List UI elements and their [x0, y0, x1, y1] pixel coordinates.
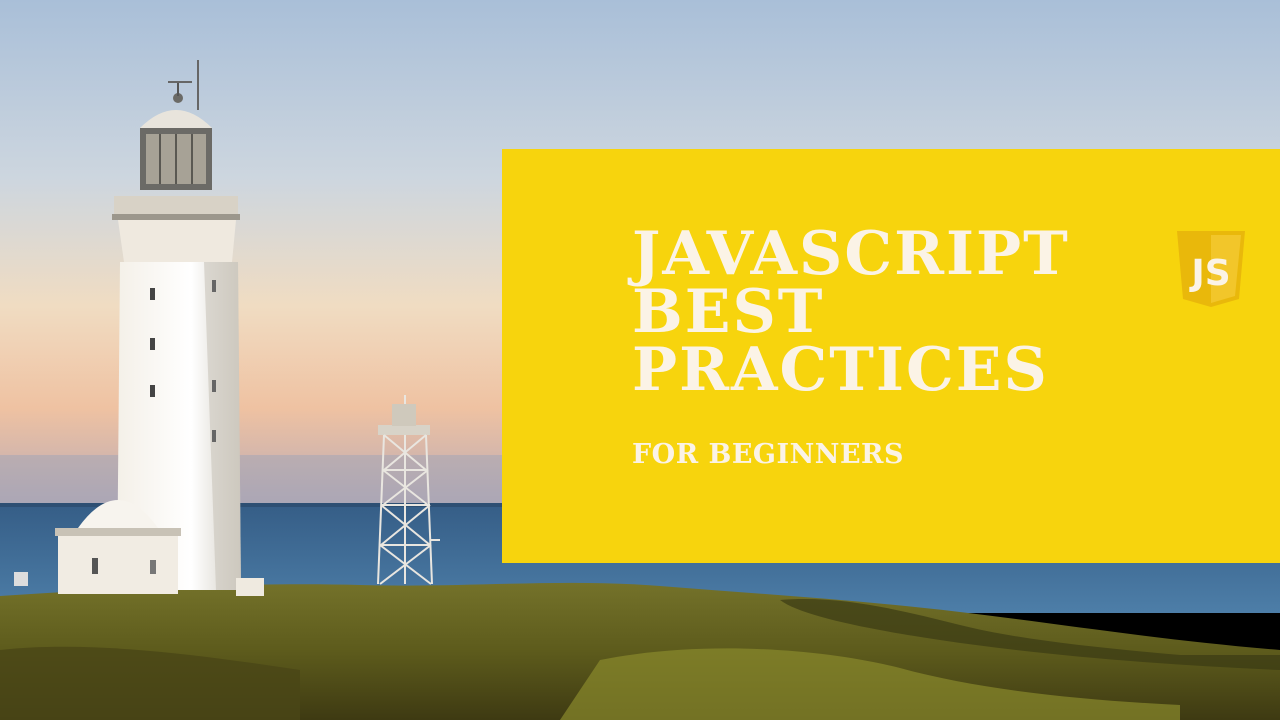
subtitle: FOR BEGINNERS [632, 439, 904, 470]
page-title: JAVASCRIPT BEST PRACTICES [632, 219, 1070, 405]
logo-text: JS [1188, 253, 1230, 294]
title-line-2: BEST [632, 277, 825, 347]
javascript-shield-icon: JS [1177, 231, 1245, 307]
thumbnail-scene: JAVASCRIPT BEST PRACTICES FOR BEGINNERS … [0, 0, 1280, 720]
title-banner: JAVASCRIPT BEST PRACTICES FOR BEGINNERS … [502, 149, 1280, 563]
title-line-1: JAVASCRIPT [632, 219, 1070, 289]
title-line-3: PRACTICES [632, 335, 1049, 405]
